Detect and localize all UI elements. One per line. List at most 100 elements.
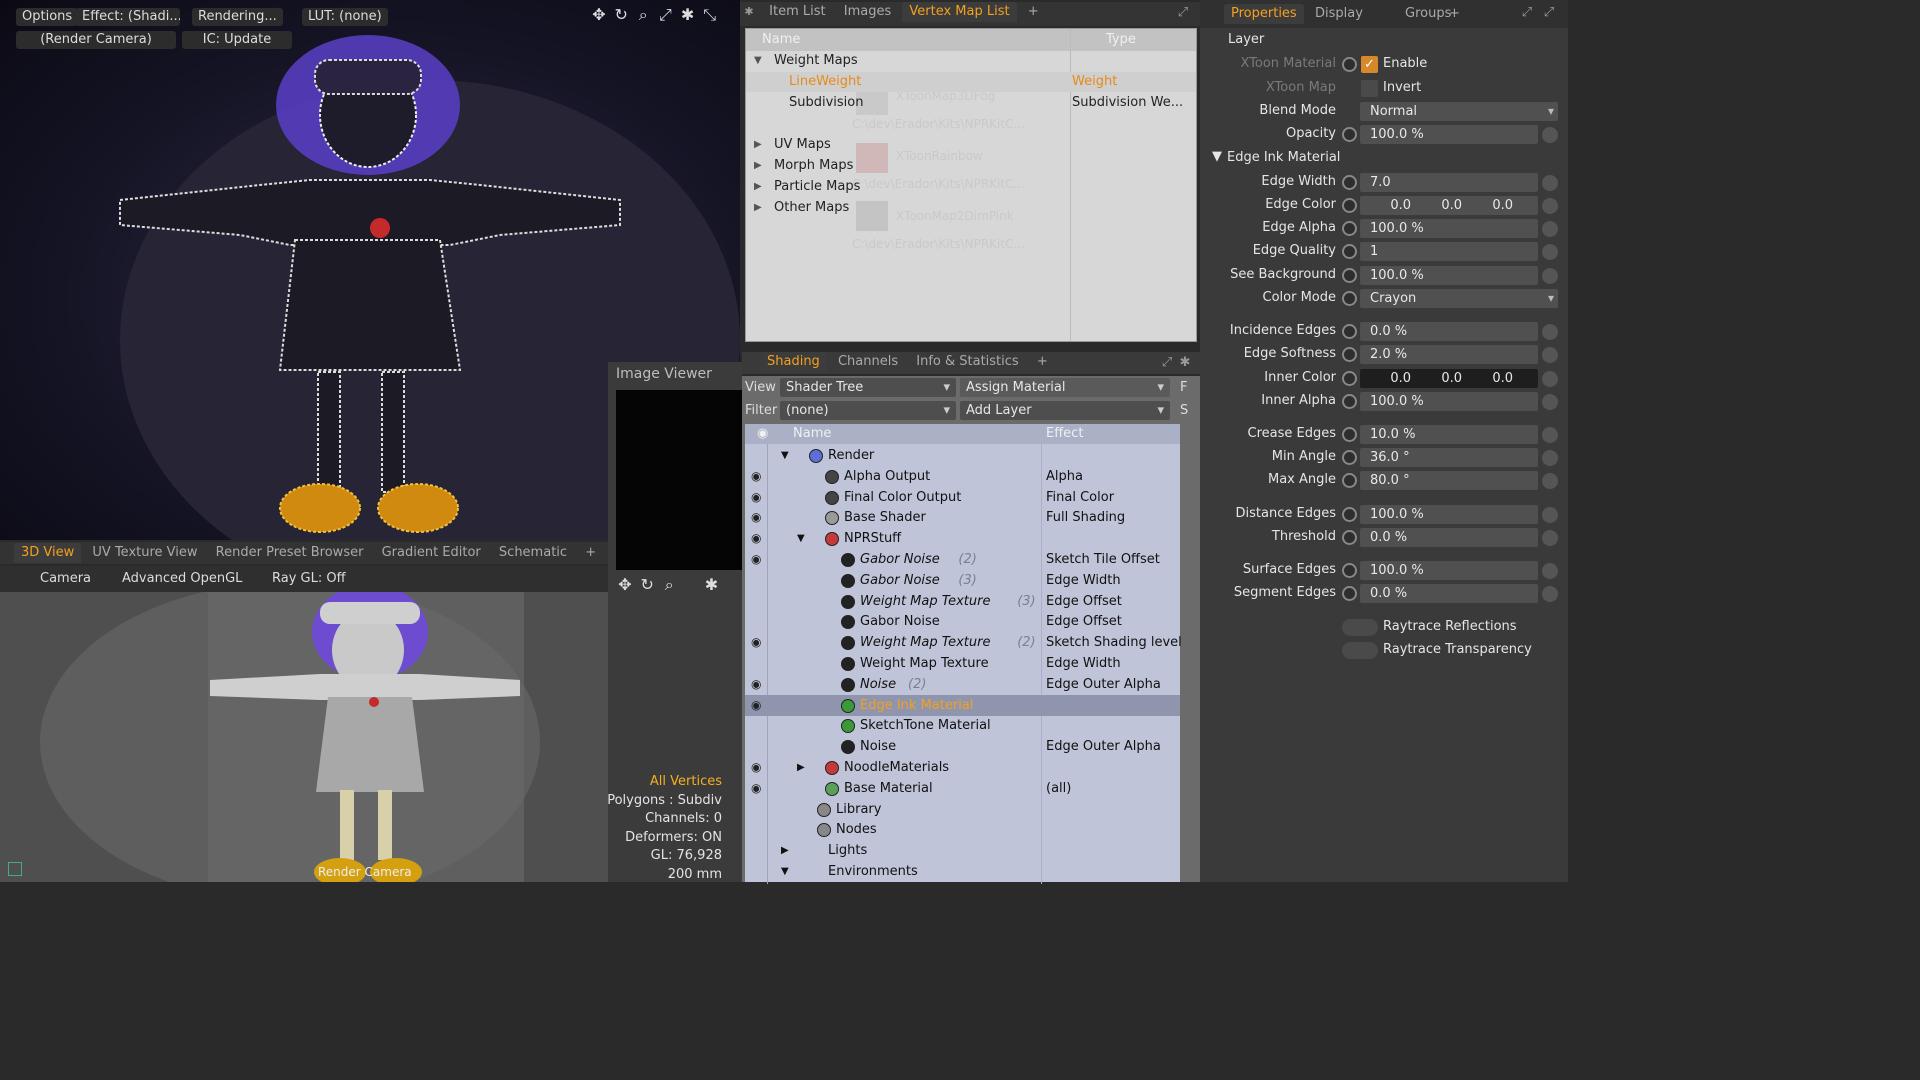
tab-channels[interactable]: Channels [831,352,905,372]
channel-ring-icon[interactable] [1342,57,1357,72]
raytrace-reflections-toggle[interactable] [1342,619,1378,636]
channel-ring-icon[interactable] [1342,427,1357,442]
tab-shading[interactable]: Shading [760,352,827,372]
channel-ring-icon[interactable] [1342,530,1357,545]
expand-arrow-icon[interactable]: ▶ [754,156,762,176]
property-field[interactable]: 0.0 0.0 0.0 [1360,196,1538,215]
keyframe-icon[interactable] [1542,473,1558,489]
vmap-row[interactable]: ▶ Other Maps [746,198,1196,218]
visibility-eye-icon[interactable]: ◉ [751,778,767,799]
section-toggle-icon[interactable]: ▼ [1212,149,1222,164]
visibility-eye-icon[interactable]: ◉ [751,528,767,549]
tab-item-list[interactable]: Item List [762,2,832,22]
tab-info-statistics[interactable]: Info & Statistics [909,352,1025,372]
keyframe-icon[interactable] [1542,198,1558,214]
visibility-eye-icon[interactable]: ◉ [751,695,767,716]
tree-row[interactable]: Weight Map Texture (3) Edge Offset [745,591,1180,612]
lut-button[interactable]: LUT: (none) [302,8,388,26]
channel-ring-icon[interactable] [1342,347,1357,362]
channel-ring-icon[interactable] [1342,175,1357,190]
tree-row[interactable]: Gabor Noise Edge Offset [745,611,1180,632]
property-field[interactable]: 80.0 ° [1360,471,1538,490]
expand-icon[interactable]: ⤢ [1518,4,1536,22]
vmap-row[interactable]: ▶ Morph Maps [746,156,1196,176]
visibility-eye-icon[interactable]: ◉ [751,507,767,528]
channel-ring-icon[interactable] [1342,586,1357,601]
ray-gl-button[interactable]: Ray GL: Off [272,571,346,586]
expand-arrow-icon[interactable]: ▶ [754,135,762,155]
camera-button[interactable]: Camera [40,571,91,586]
tree-row[interactable]: ◉ Base Shader Full Shading [745,507,1180,528]
rotate-icon[interactable]: ↻ [638,576,656,594]
expand-arrow-icon[interactable]: ▶ [781,840,789,861]
property-field[interactable]: Crayon [1360,289,1558,308]
tree-row[interactable]: ◉ Gabor Noise (2) Sketch Tile Offset [745,549,1180,570]
tab-add[interactable]: + [1030,352,1055,372]
gear-icon[interactable]: ✱ [1176,354,1194,372]
gear-icon[interactable]: ✱ [740,3,758,21]
channel-ring-icon[interactable] [1342,291,1357,306]
channel-ring-icon[interactable] [1342,127,1357,142]
keyframe-icon[interactable] [1542,221,1558,237]
channel-ring-icon[interactable] [1342,371,1357,386]
vmap-row[interactable]: Subdivision Subdivision We... [746,93,1196,113]
advanced-opengl-button[interactable]: Advanced OpenGL [122,571,242,586]
visibility-eye-icon[interactable]: ◉ [751,487,767,508]
tab-render-preset-browser[interactable]: Render Preset Browser [209,543,371,563]
tab-3d-view[interactable]: 3D View [14,543,82,563]
channel-ring-icon[interactable] [1342,450,1357,465]
invert-checkbox[interactable] [1361,80,1378,97]
keyframe-icon[interactable] [1542,268,1558,284]
expand-arrow-icon[interactable]: ▼ [797,528,805,549]
keyframe-icon[interactable] [1542,563,1558,579]
property-field[interactable]: 36.0 ° [1360,448,1538,467]
channel-ring-icon[interactable] [1342,244,1357,259]
gear-icon[interactable]: ✱ [679,6,697,24]
opacity-field[interactable]: 100.0 % [1360,125,1538,144]
keyframe-icon[interactable] [1542,371,1558,387]
property-field[interactable]: 0.0 0.0 0.0 [1360,369,1538,388]
render-camera-button[interactable]: (Render Camera) [16,31,176,49]
keyframe-icon[interactable] [1542,244,1558,260]
rotate-icon[interactable]: ↻ [612,6,630,24]
color-component[interactable]: 0.0 [1411,196,1462,215]
effect-button[interactable]: Effect: (Shadi... [76,8,180,26]
expand-arrow-icon[interactable]: ▼ [754,51,762,71]
visibility-eye-icon[interactable]: ◉ [751,549,767,570]
channel-ring-icon[interactable] [1342,198,1357,213]
keyframe-icon[interactable] [1542,175,1558,191]
maximize-icon[interactable]: ⤢ [1540,4,1558,22]
color-component[interactable]: 0.0 [1462,369,1513,388]
color-component[interactable]: 0.0 [1360,369,1411,388]
tree-row[interactable]: ◉ Noise (2) Edge Outer Alpha [745,674,1180,695]
blend-mode-dropdown[interactable]: Normal [1360,102,1558,121]
enable-checkbox[interactable]: ✓ [1361,56,1378,73]
tab-images[interactable]: Images [837,2,899,22]
property-field[interactable]: 10.0 % [1360,425,1538,444]
color-component[interactable]: 0.0 [1360,196,1411,215]
color-component[interactable]: 0.0 [1411,369,1462,388]
property-field[interactable]: 7.0 [1360,173,1538,192]
ic-update-button[interactable]: IC: Update [182,31,292,49]
property-field[interactable]: 100.0 % [1360,561,1538,580]
color-component[interactable]: 0.0 [1462,196,1513,215]
visibility-eye-icon[interactable]: ◉ [751,466,767,487]
tree-row[interactable]: Library [745,799,1180,820]
channel-ring-icon[interactable] [1342,507,1357,522]
channel-ring-icon[interactable] [1342,221,1357,236]
tree-row[interactable]: ◉ ▼ NPRStuff [745,528,1180,549]
keyframe-icon[interactable] [1542,394,1558,410]
zoom-icon[interactable]: ⌕ [660,576,678,594]
expand-icon[interactable]: ⤢ [1174,4,1192,22]
tree-row[interactable]: ▼ Environments [745,861,1180,882]
expand-icon[interactable]: ⤢ [1158,354,1176,372]
shader-tree[interactable]: ◉ Name Effect ▼ Render ◉ Alpha Output Alpha ◉… [745,424,1182,884]
maximize-icon[interactable]: ⤢ [656,6,674,24]
expand-arrow-icon[interactable]: ▼ [781,445,789,466]
property-field[interactable]: 100.0 % [1360,505,1538,524]
channel-ring-icon[interactable] [1342,563,1357,578]
vertex-map-list[interactable]: Name Type XToonMap3DFog C:\dev\Erador\Ki… [745,28,1197,342]
assign-material-button[interactable]: Assign Material [960,378,1170,397]
property-field[interactable]: 100.0 % [1360,266,1538,285]
property-field[interactable]: 2.0 % [1360,345,1538,364]
